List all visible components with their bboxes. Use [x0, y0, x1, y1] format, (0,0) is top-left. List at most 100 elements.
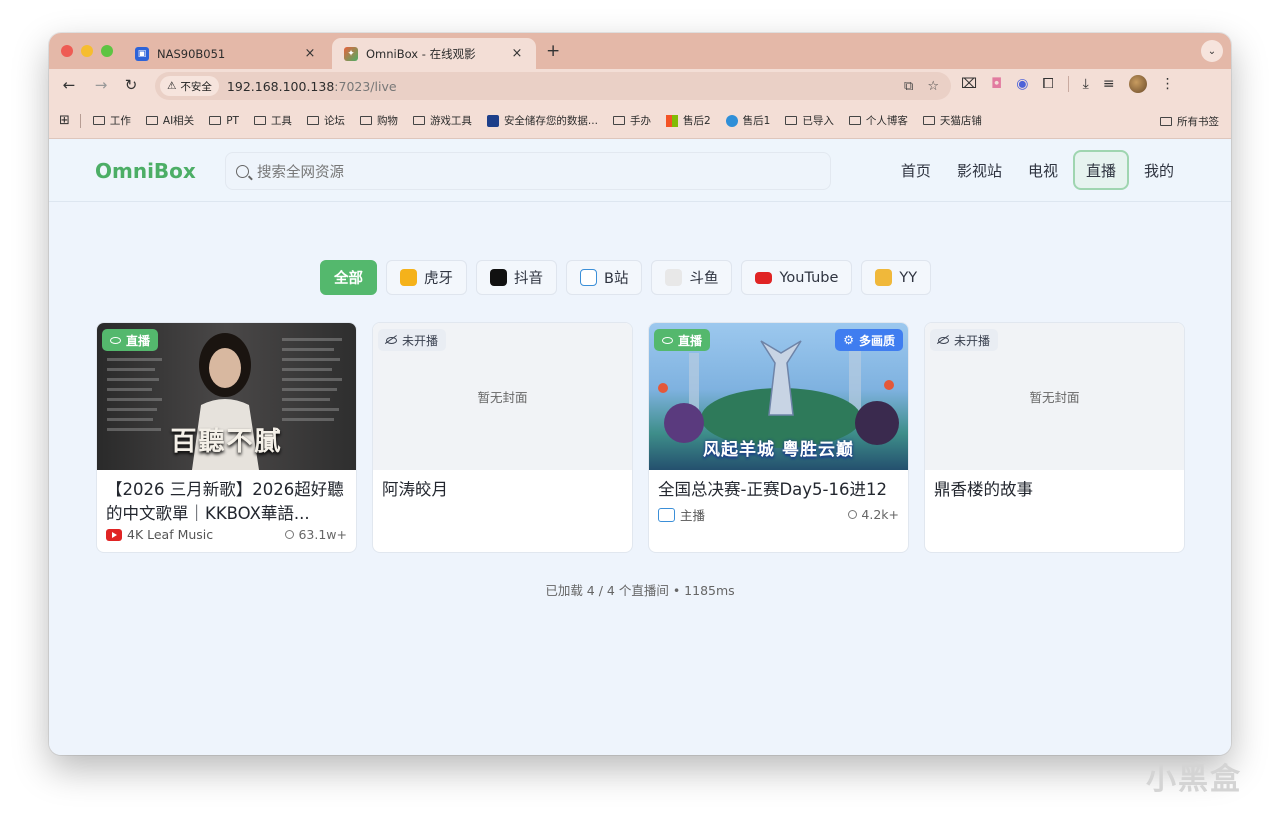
live-card[interactable]: 百聽不膩 直播 【2026 三月新歌】2026超好聽的中文歌單｜KKBOX華語.…	[96, 322, 357, 553]
search-input[interactable]: 搜索全网资源	[225, 152, 831, 190]
live-card[interactable]: 暂无封面 未开播 鼎香楼的故事	[924, 322, 1185, 553]
bookmark-item[interactable]: 手办	[612, 113, 651, 128]
eye-icon	[110, 336, 121, 344]
minimize-window-button[interactable]	[81, 45, 93, 57]
filter-label: 全部	[334, 271, 363, 287]
tab-search-chevron-icon[interactable]: ⌄	[1201, 40, 1223, 62]
forward-arrow-icon[interactable]: →	[91, 76, 111, 94]
load-status: 已加载 4 / 4 个直播间 • 1185ms	[545, 583, 735, 598]
bookmark-item[interactable]: 工作	[92, 113, 131, 128]
app-logo[interactable]: OmniBox	[95, 159, 196, 183]
bookmark-star-icon[interactable]: ☆	[927, 79, 939, 94]
bookmarks-bar: ⊞ 工作 AI相关 PT 工具 论坛 购物 游戏工具 安全储存您的数据... 手办 售后2 售后1 已…	[49, 103, 1231, 139]
filter-chip[interactable]: YouTube	[741, 260, 853, 295]
card-cover[interactable]: 百聽不膩 直播	[97, 323, 356, 470]
card-source: 4K Leaf Music	[106, 527, 213, 542]
folder-icon	[612, 116, 625, 125]
apps-grid-icon[interactable]: ⊞	[59, 113, 70, 128]
bookmark-item[interactable]: 个人博客	[848, 113, 908, 128]
live-room-grid: 百聽不膩 直播 【2026 三月新歌】2026超好聽的中文歌單｜KKBOX華語.…	[96, 322, 1185, 553]
security-label: 不安全	[180, 80, 212, 93]
filter-chip[interactable]: 抖音	[476, 260, 557, 295]
viewer-count: 63.1w+	[285, 527, 347, 542]
new-tab-button[interactable]: +	[546, 41, 560, 61]
bookmark-item[interactable]: 已导入	[785, 113, 834, 128]
security-indicator[interactable]: ⚠ 不安全	[160, 76, 219, 96]
close-tab-icon[interactable]: ×	[510, 46, 524, 61]
url-path: :7023/live	[334, 78, 397, 94]
youtube-icon	[106, 528, 122, 541]
bookmark-item[interactable]: 天猫店铺	[922, 113, 982, 128]
all-bookmarks-label: 所有书签	[1177, 116, 1219, 128]
filter-label: 虎牙	[424, 271, 453, 287]
maximize-window-button[interactable]	[101, 45, 113, 57]
filter-chip[interactable]: 斗鱼	[651, 260, 733, 295]
live-status-badge: 直播	[102, 329, 159, 351]
search-icon	[236, 164, 249, 178]
close-tab-icon[interactable]: ×	[303, 46, 317, 61]
address-bar[interactable]: ⚠ 不安全 192.168.100.138:7023/live ⧉ ☆	[155, 72, 951, 100]
viewer-count-label: 4.2k+	[861, 507, 899, 522]
tab-title: NAS90B051	[157, 46, 226, 61]
bookmark-item[interactable]: 论坛	[306, 113, 345, 128]
tab-nas[interactable]: ▣ NAS90B051 ×	[123, 38, 329, 69]
folder-icon	[785, 116, 798, 125]
menu-kebab-icon[interactable]: ⋮	[1161, 76, 1175, 92]
bookmark-label: 个人博客	[865, 115, 908, 127]
quality-badge[interactable]: ⚙ 多画质	[835, 329, 903, 351]
nav-item[interactable]: 首页	[890, 150, 942, 190]
page-content: OmniBox 搜索全网资源 首页 影视站 电视 直播 我的 全部 虎牙 抖音 B站 斗鱼 You…	[49, 140, 1231, 755]
filter-chip[interactable]: YY	[861, 260, 932, 295]
extension-blue-icon[interactable]: ◉	[1016, 76, 1028, 92]
filter-chip[interactable]: B站	[566, 260, 643, 295]
window-controls	[61, 45, 113, 57]
bookmark-label: 工作	[109, 115, 131, 127]
bookmark-item[interactable]: 售后1	[725, 113, 770, 128]
bookmark-item[interactable]: 售后2	[665, 113, 711, 128]
huya-icon	[400, 269, 417, 286]
card-title[interactable]: 鼎香楼的故事	[934, 478, 1175, 502]
nav-item[interactable]: 直播	[1072, 150, 1129, 190]
card-title[interactable]: 【2026 三月新歌】2026超好聽的中文歌單｜KKBOX華語...	[106, 478, 347, 526]
close-window-button[interactable]	[61, 45, 73, 57]
bookmark-item[interactable]: 购物	[359, 113, 398, 128]
extensions-puzzle-icon[interactable]: ⧠	[1042, 76, 1053, 92]
extension-icon[interactable]: ⌧	[961, 76, 977, 92]
folder-icon	[253, 116, 266, 125]
back-arrow-icon[interactable]: ←	[59, 76, 79, 94]
profile-avatar[interactable]	[1128, 75, 1147, 93]
live-card[interactable]: 暂无封面 未开播 阿涛皎月	[372, 322, 633, 553]
card-title[interactable]: 全国总决赛-正赛Day5-16进12	[658, 478, 899, 502]
filter-chip[interactable]: 虎牙	[386, 260, 467, 295]
url-text[interactable]: 192.168.100.138:7023/live	[227, 79, 397, 94]
nav-item[interactable]: 我的	[1133, 150, 1185, 190]
bookmark-label: 售后2	[682, 115, 711, 127]
nav-item[interactable]: 电视	[1017, 150, 1069, 190]
card-title[interactable]: 阿涛皎月	[382, 478, 623, 502]
bookmark-list: 工作 AI相关 PT 工具 论坛 购物 游戏工具 安全储存您的数据... 手办 售后2 售后1 已导入…	[92, 113, 997, 128]
extension-pink-icon[interactable]: ◘	[991, 76, 1002, 92]
nav-item[interactable]: 影视站	[946, 150, 1013, 190]
reading-list-icon[interactable]: ≡	[1103, 76, 1115, 92]
bookmark-item[interactable]: 工具	[253, 113, 292, 128]
card-cover[interactable]: 暂无封面 未开播	[925, 323, 1184, 470]
download-icon[interactable]: ⤓	[1083, 76, 1089, 92]
live-card[interactable]: 风起羊城 粤胜云巅 直播 ⚙ 多画质 全国总决赛-正赛Day5-16进12 主播…	[648, 322, 909, 553]
yy-icon	[875, 269, 893, 286]
tab-omnibox[interactable]: ✦ OmniBox - 在线观影 ×	[332, 38, 536, 69]
bookmark-item[interactable]: AI相关	[145, 113, 194, 128]
folder-icon	[306, 116, 319, 125]
all-bookmarks[interactable]: 所有书签	[1160, 114, 1219, 129]
reload-icon[interactable]: ↻	[121, 76, 141, 94]
bookmark-item[interactable]: 游戏工具	[412, 113, 472, 128]
nas-icon: ▣	[135, 46, 149, 61]
browser-toolbar: ← → ↻ ⚠ 不安全 192.168.100.138:7023/live ⧉ …	[49, 69, 1231, 103]
url-host: 192.168.100.138	[226, 78, 335, 94]
translate-icon[interactable]: ⧉	[904, 79, 913, 94]
bookmark-item[interactable]: 安全储存您的数据...	[486, 113, 598, 128]
filter-chip[interactable]: 全部	[320, 260, 377, 295]
bookmark-label: 工具	[270, 115, 292, 127]
card-cover[interactable]: 暂无封面 未开播	[373, 323, 632, 470]
bookmark-item[interactable]: PT	[209, 115, 239, 127]
card-cover[interactable]: 风起羊城 粤胜云巅 直播 ⚙ 多画质	[649, 323, 908, 470]
